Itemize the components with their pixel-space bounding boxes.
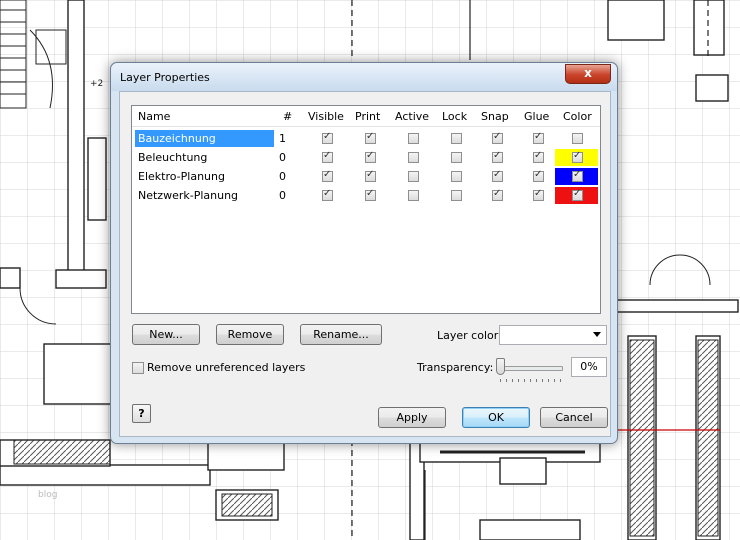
col-count: # — [283, 110, 293, 123]
glue-checkbox[interactable] — [533, 131, 544, 144]
layer-name[interactable]: Elektro-Planung — [135, 168, 274, 185]
table-row[interactable]: Netzwerk-Planung 0 — [132, 186, 600, 205]
layer-name[interactable]: Beleuchtung — [135, 149, 274, 166]
layer-count: 0 — [279, 151, 286, 164]
layer-count: 0 — [279, 170, 286, 183]
help-button[interactable]: ? — [132, 404, 151, 423]
glue-checkbox[interactable] — [533, 150, 544, 163]
chevron-down-icon — [593, 332, 601, 337]
ok-button[interactable]: OK — [462, 407, 530, 428]
glue-checkbox[interactable] — [533, 169, 544, 182]
remove-unreferenced-checkbox[interactable] — [132, 362, 144, 374]
glue-checkbox[interactable] — [533, 188, 544, 201]
lock-checkbox[interactable] — [451, 190, 462, 201]
visible-checkbox[interactable] — [322, 169, 333, 182]
col-active: Active — [395, 110, 430, 123]
col-print: Print — [355, 110, 381, 123]
col-color: Color — [563, 110, 592, 123]
col-snap: Snap — [481, 110, 509, 123]
visible-checkbox[interactable] — [322, 188, 333, 201]
lock-checkbox[interactable] — [451, 133, 462, 144]
close-button[interactable]: x — [565, 64, 611, 84]
svg-text:+2: +2 — [90, 79, 103, 89]
table-row[interactable]: Bauzeichnung 1 — [132, 129, 600, 148]
lock-checkbox[interactable] — [451, 171, 462, 182]
new-layer-button[interactable]: New... — [132, 324, 200, 345]
lock-checkbox[interactable] — [451, 152, 462, 163]
snap-checkbox[interactable] — [492, 188, 503, 201]
print-checkbox[interactable] — [365, 131, 376, 144]
snap-checkbox[interactable] — [492, 150, 503, 163]
layer-count: 0 — [279, 189, 286, 202]
remove-unreferenced-label: Remove unreferenced layers — [147, 361, 306, 374]
cancel-button[interactable]: Cancel — [540, 407, 608, 428]
print-checkbox[interactable] — [365, 150, 376, 163]
title-bar[interactable]: Layer Properties x — [111, 63, 617, 91]
color-checkbox[interactable] — [572, 169, 583, 182]
layer-count: 1 — [279, 132, 286, 145]
color-checkbox[interactable] — [572, 188, 583, 201]
print-checkbox[interactable] — [365, 188, 376, 201]
col-name: Name — [138, 110, 171, 123]
transparency-slider-ticks — [500, 379, 562, 382]
transparency-input[interactable]: 0% — [571, 357, 607, 377]
transparency-label: Transparency: — [417, 361, 494, 374]
col-visible: Visible — [308, 110, 344, 123]
dialog-title: Layer Properties — [120, 71, 210, 84]
apply-button[interactable]: Apply — [378, 407, 446, 428]
close-icon: x — [584, 66, 592, 80]
layers-table: Name # Visible Print Active Lock Snap Gl… — [131, 105, 601, 314]
help-icon: ? — [138, 407, 145, 420]
transparency-slider-thumb[interactable] — [496, 358, 505, 375]
table-row[interactable]: Elektro-Planung 0 — [132, 167, 600, 186]
remove-layer-button[interactable]: Remove — [216, 324, 284, 345]
color-checkbox[interactable] — [572, 150, 583, 163]
dialog-client-area: Name # Visible Print Active Lock Snap Gl… — [119, 91, 611, 437]
active-checkbox[interactable] — [408, 133, 419, 144]
active-checkbox[interactable] — [408, 190, 419, 201]
layer-properties-dialog: Layer Properties x Name # Visible Print … — [110, 62, 618, 444]
visible-checkbox[interactable] — [322, 150, 333, 163]
layer-name[interactable]: Netzwerk-Planung — [135, 187, 274, 204]
table-row[interactable]: Beleuchtung 0 — [132, 148, 600, 167]
layer-name[interactable]: Bauzeichnung — [135, 130, 274, 147]
snap-checkbox[interactable] — [492, 169, 503, 182]
rename-layer-button[interactable]: Rename... — [300, 324, 382, 345]
active-checkbox[interactable] — [408, 171, 419, 182]
visible-checkbox[interactable] — [322, 131, 333, 144]
svg-text:blog: blog — [38, 490, 57, 500]
active-checkbox[interactable] — [408, 152, 419, 163]
table-header: Name # Visible Print Active Lock Snap Gl… — [132, 106, 600, 127]
print-checkbox[interactable] — [365, 169, 376, 182]
layer-color-label: Layer color: — [437, 329, 502, 342]
color-checkbox[interactable] — [572, 133, 583, 144]
col-lock: Lock — [442, 110, 468, 123]
col-glue: Glue — [524, 110, 550, 123]
snap-checkbox[interactable] — [492, 131, 503, 144]
layer-color-dropdown[interactable] — [499, 325, 607, 345]
transparency-slider-track[interactable] — [497, 366, 563, 371]
